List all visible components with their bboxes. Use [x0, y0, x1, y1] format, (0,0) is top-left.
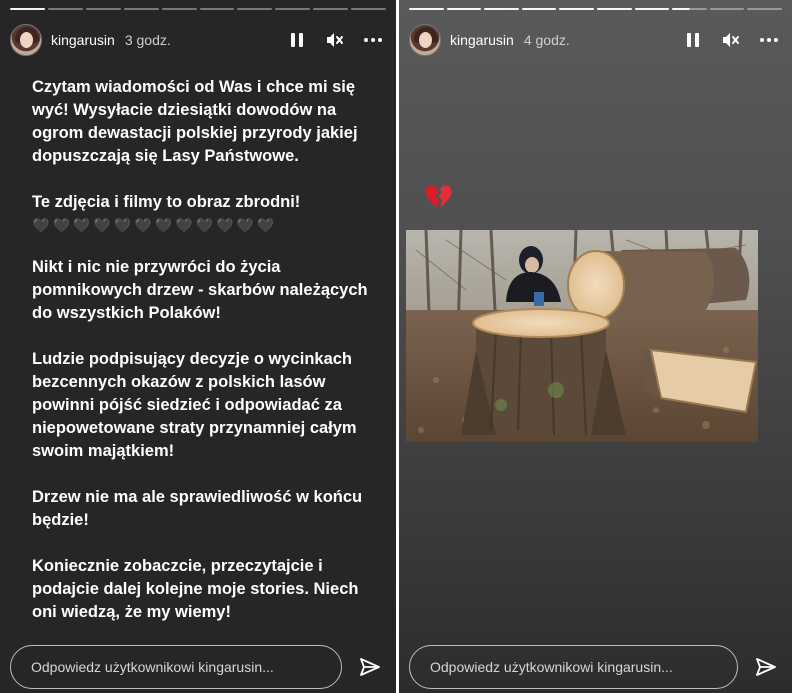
- black-heart-icon: 🖤: [93, 217, 111, 233]
- black-hearts-row: 🖤 🖤 🖤 🖤 🖤 🖤 🖤 🖤 🖤 🖤 🖤 🖤: [32, 216, 382, 234]
- story-left: kingarusin 3 godz. Czytam wiadomości od …: [0, 0, 396, 693]
- story-progress-bar: [10, 8, 387, 10]
- pause-icon[interactable]: [288, 31, 306, 49]
- story-paragraph: Te zdjęcia i filmy to obraz zbrodni!: [32, 193, 301, 211]
- black-heart-icon: 🖤: [154, 217, 173, 233]
- progress-segment: [351, 8, 387, 10]
- black-heart-icon: 🖤: [134, 217, 152, 233]
- progress-segment: [446, 8, 482, 10]
- user-avatar[interactable]: [10, 24, 42, 56]
- story-header: kingarusin 3 godz.: [10, 24, 386, 56]
- more-icon[interactable]: [364, 31, 382, 49]
- black-heart-icon: 🖤: [215, 217, 234, 233]
- progress-segment: [747, 8, 782, 10]
- progress-segment: [199, 8, 235, 10]
- black-heart-icon: 🖤: [175, 217, 193, 233]
- send-icon[interactable]: [358, 655, 382, 679]
- username[interactable]: kingarusin: [51, 32, 115, 48]
- pause-icon[interactable]: [684, 31, 702, 49]
- progress-segment: [672, 8, 707, 10]
- story-photo: [406, 230, 758, 442]
- story-progress-bar: [409, 8, 782, 10]
- progress-segment: [161, 8, 197, 10]
- progress-segment: [559, 8, 594, 10]
- story-paragraph: Drzew nie ma ale sprawiedliwość w końcu …: [32, 488, 363, 529]
- progress-segment: [10, 8, 45, 10]
- progress-segment: [275, 8, 311, 10]
- black-heart-icon: 🖤: [32, 217, 50, 233]
- progress-segment: [47, 8, 83, 10]
- story-paragraph: Czytam wiadomości od Was i chce mi się w…: [32, 78, 358, 165]
- broken-heart-icon: [424, 184, 452, 210]
- black-heart-icon: 🖤: [72, 217, 91, 233]
- post-time: 4 godz.: [523, 32, 570, 48]
- story-right: kingarusin 4 godz.: [399, 0, 792, 693]
- story-text: Czytam wiadomości od Was i chce mi się w…: [32, 76, 382, 647]
- black-heart-icon: 🖤: [256, 217, 275, 233]
- username[interactable]: kingarusin: [450, 32, 514, 48]
- progress-segment: [313, 8, 349, 10]
- story-header: kingarusin 4 godz.: [409, 24, 782, 56]
- progress-segment: [596, 8, 632, 10]
- progress-segment: [634, 8, 670, 10]
- progress-segment: [123, 8, 159, 10]
- reply-input[interactable]: [409, 645, 738, 689]
- story-paragraph: Nikt i nic nie przywróci do życia pomnik…: [32, 258, 368, 322]
- mute-icon[interactable]: [722, 31, 740, 49]
- story-paragraph: Ludzie podpisujący decyzje o wycinkach b…: [32, 350, 357, 460]
- progress-segment: [484, 8, 519, 10]
- black-heart-icon: 🖤: [195, 217, 213, 233]
- mute-icon[interactable]: [326, 31, 344, 49]
- send-icon[interactable]: [754, 655, 778, 679]
- black-heart-icon: 🖤: [113, 217, 132, 233]
- progress-segment: [709, 8, 745, 10]
- reply-bar: [10, 645, 382, 689]
- black-heart-icon: 🖤: [236, 217, 254, 233]
- progress-segment: [237, 8, 273, 10]
- user-avatar[interactable]: [409, 24, 441, 56]
- black-heart-icon: 🖤: [52, 217, 70, 233]
- more-icon[interactable]: [760, 31, 778, 49]
- reply-bar: [409, 645, 778, 689]
- progress-segment: [85, 8, 121, 10]
- progress-segment: [409, 8, 444, 10]
- story-paragraph: Koniecznie zobaczcie, przeczytajcie i po…: [32, 557, 359, 621]
- progress-segment: [521, 8, 557, 10]
- reply-input[interactable]: [10, 645, 342, 689]
- post-time: 3 godz.: [124, 32, 171, 48]
